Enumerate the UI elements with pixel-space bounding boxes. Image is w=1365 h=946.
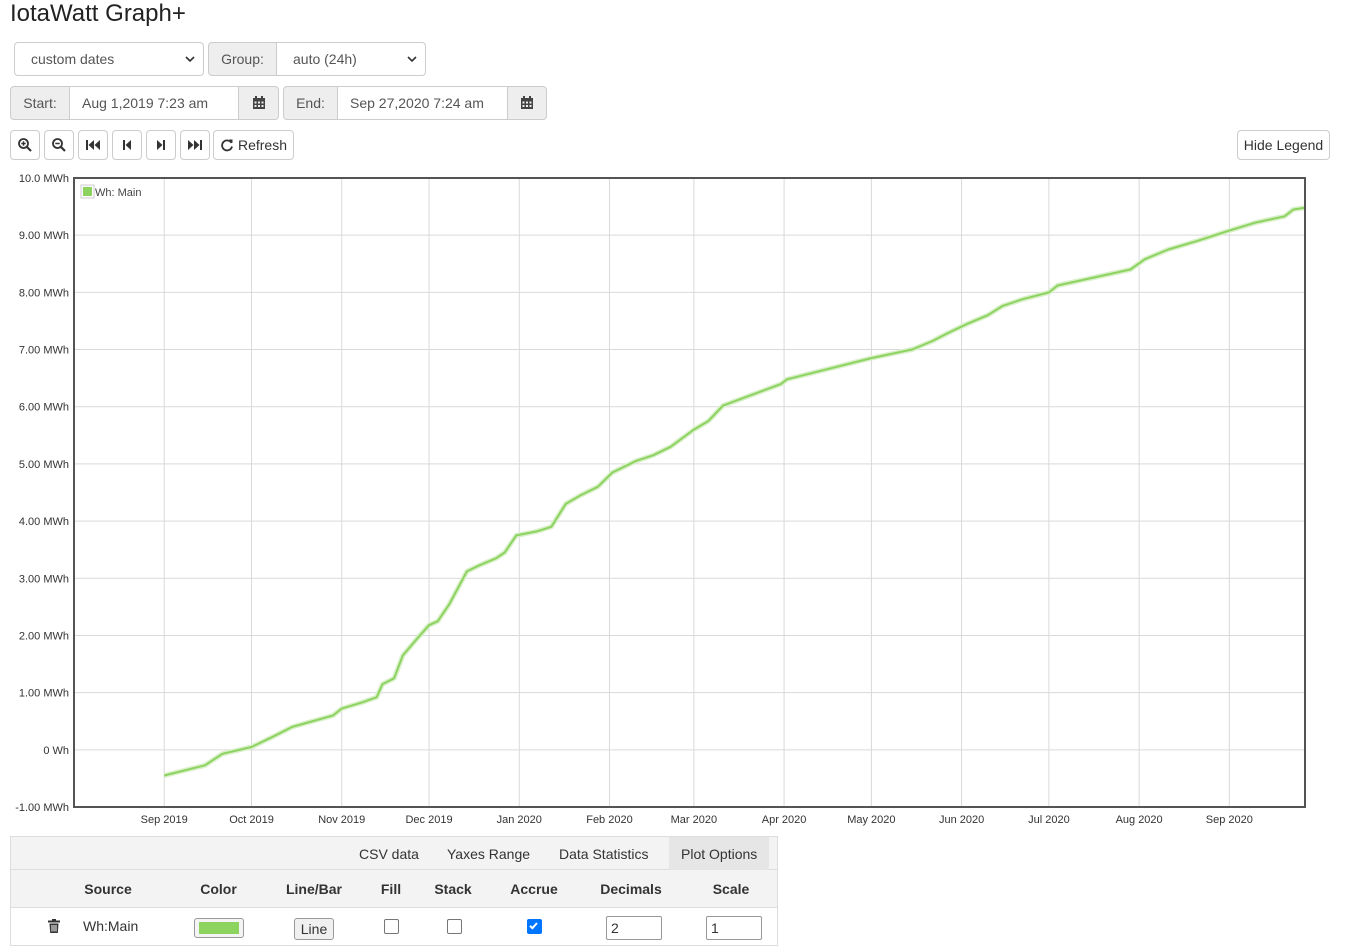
chevron-down-icon (185, 56, 195, 63)
x-tick-label: Apr 2020 (762, 814, 807, 826)
period-select[interactable]: custom dates (14, 42, 204, 76)
y-tick-label: 8.00 MWh (19, 287, 69, 299)
column-header-scale: Scale (712, 881, 750, 897)
scale-input[interactable]: 1 (706, 916, 762, 940)
fill-checkbox[interactable] (384, 915, 399, 937)
stack-checkbox[interactable] (447, 915, 462, 937)
x-tick-label: Feb 2020 (586, 814, 632, 826)
y-axis-labels: -1.00 MWh 0 Wh 1.00 MWh 2.00 MWh 3.00 MWh 4.0… (15, 173, 69, 814)
x-tick-label: Jul 2020 (1028, 814, 1070, 826)
app-title: IotaWatt Graph+ (10, 0, 186, 27)
y-tick-label: 7.00 MWh (19, 345, 69, 357)
group-select[interactable]: auto (24h) (276, 42, 426, 76)
tab-csv-data[interactable]: CSV data (359, 837, 419, 870)
zoom-in-icon (18, 138, 32, 152)
refresh-label: Refresh (237, 137, 288, 153)
zoom-in-button[interactable] (10, 130, 40, 160)
column-header-color: Color (200, 881, 237, 897)
chart-canvas: -1.00 MWh 0 Wh 1.00 MWh 2.00 MWh 3.00 MWh 4.0… (15, 173, 1306, 826)
calendar-icon (252, 96, 265, 109)
refresh-icon (221, 139, 233, 152)
line-bar-toggle[interactable]: Line (294, 918, 334, 940)
group-label: Group: (208, 42, 277, 76)
decimals-value: 2 (606, 916, 662, 940)
zoom-out-button[interactable] (44, 130, 74, 160)
y-tick-label: 1.00 MWh (19, 688, 69, 700)
column-header-source: Source (84, 881, 132, 897)
check-icon (529, 921, 538, 930)
start-date-input[interactable]: Aug 1,2019 7:23 am (69, 86, 239, 120)
y-tick-label: -1.00 MWh (15, 802, 69, 814)
skip-to-end-button[interactable] (180, 130, 210, 160)
legend-entry: Wh: Main (95, 187, 141, 199)
step-forward-button[interactable] (146, 130, 176, 160)
x-tick-label: May 2020 (847, 814, 895, 826)
chart-legend[interactable]: Wh: Main (80, 184, 141, 199)
y-tick-label: 10.0 MWh (19, 173, 69, 185)
x-tick-label: Nov 2019 (318, 814, 365, 826)
group-select-value: auto (24h) (293, 51, 357, 67)
x-tick-label: Jun 2020 (939, 814, 984, 826)
step-back-button[interactable] (112, 130, 142, 160)
column-header-decimals: Decimals (600, 881, 662, 897)
skip-to-start-button[interactable] (78, 130, 108, 160)
x-tick-label: Sep 2020 (1206, 814, 1253, 826)
column-header-line-bar: Line/Bar (285, 881, 342, 897)
end-calendar-button[interactable] (507, 86, 547, 120)
calendar-icon (521, 96, 533, 109)
y-tick-label: 4.00 MWh (19, 516, 69, 528)
tab-plot-options[interactable]: Plot Options (669, 837, 770, 870)
series-line-shadow (163, 205, 1306, 778)
chevron-down-icon (407, 56, 417, 63)
chart-series (163, 205, 1306, 778)
end-label: End: (283, 86, 338, 120)
delete-series-button[interactable] (48, 915, 60, 937)
zoom-out-icon (52, 138, 66, 152)
series-source: Wh:Main (83, 918, 139, 934)
y-tick-label: 6.00 MWh (19, 402, 69, 414)
y-tick-label: 3.00 MWh (19, 573, 69, 585)
x-tick-label: Mar 2020 (671, 814, 717, 826)
y-tick-label: 0 Wh (43, 745, 69, 757)
x-axis-labels: Sep 2019 Oct 2019 Nov 2019 Dec 2019 Jan 2020… (141, 814, 1253, 826)
series-color-picker[interactable] (194, 918, 244, 938)
column-header-stack: Stack (434, 881, 472, 897)
y-tick-label: 5.00 MWh (19, 459, 69, 471)
series-line (163, 206, 1306, 777)
x-tick-label: Jan 2020 (497, 814, 542, 826)
x-tick-label: Sep 2019 (141, 814, 188, 826)
skip-to-end-icon (188, 140, 202, 150)
energy-chart: -1.00 MWh 0 Wh 1.00 MWh 2.00 MWh 3.00 MWh 4.0… (0, 168, 1320, 833)
legend-swatch (83, 187, 92, 196)
y-tick-label: 2.00 MWh (19, 630, 69, 642)
start-label: Start: (10, 86, 70, 120)
trash-icon (48, 919, 60, 933)
color-swatch (199, 922, 239, 934)
scale-value: 1 (706, 916, 762, 940)
column-header-fill: Fill (380, 881, 402, 897)
period-select-value: custom dates (31, 51, 115, 67)
hide-legend-button[interactable]: Hide Legend (1237, 130, 1330, 160)
x-tick-label: Aug 2020 (1116, 814, 1163, 826)
step-forward-icon (157, 140, 165, 150)
refresh-button[interactable]: Refresh (213, 130, 294, 160)
panel-tab-bar: CSV data Yaxes Range Data Statistics Plo… (11, 837, 777, 870)
y-tick-label: 9.00 MWh (19, 230, 69, 242)
x-tick-label: Oct 2019 (229, 814, 274, 826)
tab-yaxes-range[interactable]: Yaxes Range (447, 837, 530, 870)
start-calendar-button[interactable] (238, 86, 279, 120)
accrue-checkbox[interactable] (527, 915, 542, 937)
series-panel: CSV data Yaxes Range Data Statistics Plo… (10, 836, 778, 946)
end-date-input[interactable]: Sep 27,2020 7:24 am (337, 86, 508, 120)
step-back-icon (123, 140, 131, 150)
skip-to-start-icon (86, 140, 100, 150)
tab-data-statistics[interactable]: Data Statistics (559, 837, 648, 870)
x-tick-label: Dec 2019 (405, 814, 452, 826)
column-header-accrue: Accrue (510, 881, 558, 897)
decimals-input[interactable]: 2 (606, 916, 662, 940)
